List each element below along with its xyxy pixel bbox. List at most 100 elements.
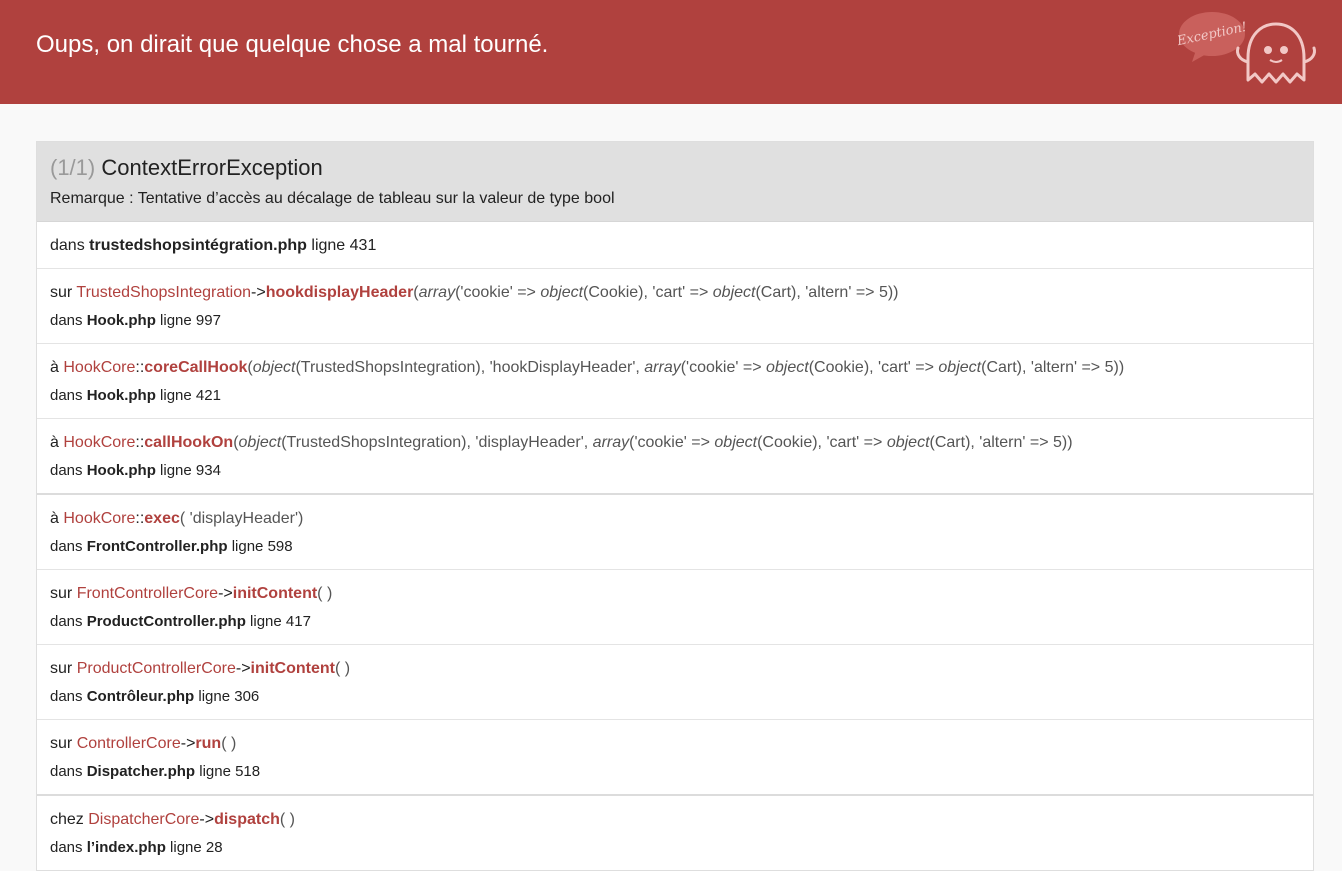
call-line: sur TrustedShopsIntegration->hookdisplay… (50, 283, 1300, 303)
call-prefix: sur (50, 585, 73, 602)
call-args: object (238, 434, 282, 451)
file-name: ProductController.php (86, 613, 246, 630)
call-args: (Cookie), 'cart' => (583, 284, 713, 301)
call-args: array (418, 284, 456, 301)
call-args: object (712, 284, 756, 301)
call-args: (Cart), 'altern' => 5)) (929, 434, 1073, 451)
call-operator: -> (180, 735, 196, 752)
call-operator: :: (135, 434, 145, 451)
call-line: à HookCore::coreCallHook(object(TrustedS… (50, 358, 1300, 378)
function-name: run (195, 735, 222, 752)
exception-count: (1/1) (50, 155, 96, 180)
call-operator: :: (135, 359, 145, 376)
call-operator: -> (251, 284, 266, 301)
call-args: ('cookie' => (629, 434, 715, 451)
line-number: ligne 421 (160, 387, 221, 404)
call-args: (TrustedShopsIntegration), 'hookDisplayH… (295, 359, 645, 376)
exception-panel: (1/1) ContextErrorException Remarque : T… (36, 141, 1314, 871)
call-operator: -> (218, 585, 233, 602)
call-prefix: à (50, 359, 59, 376)
class-name: FrontControllerCore (76, 585, 219, 602)
function-name: exec (144, 510, 180, 527)
trace-item: à HookCore::callHookOn(object(TrustedSho… (37, 418, 1313, 493)
line-number: ligne 934 (160, 462, 221, 479)
line-number: ligne 431 (311, 237, 377, 254)
location-line: dans Contrôleur.php ligne 306 (50, 687, 1300, 707)
file-name: trustedshopsintégration.php (89, 237, 307, 254)
function-name: hookdisplayHeader (265, 284, 414, 301)
file-name: Hook.php (86, 387, 156, 404)
location-line: dans Hook.php ligne 997 (50, 311, 1300, 331)
class-name: DispatcherCore (88, 811, 200, 828)
file-name: Contrôleur.php (86, 688, 195, 705)
trace-item: sur ProductControllerCore->initContent( … (37, 644, 1313, 719)
line-number: ligne 306 (198, 688, 260, 705)
exception-ghost-icon: Exception! (1178, 12, 1316, 84)
trace-item: sur FrontControllerCore->initContent( ) d… (37, 569, 1313, 644)
call-line: sur ProductControllerCore->initContent( … (50, 659, 1300, 679)
call-args: array (644, 359, 681, 376)
file-name: l’index.php (86, 839, 166, 856)
call-prefix: à (50, 510, 59, 527)
line-number: ligne 518 (199, 763, 261, 780)
call-args: (Cart), 'altern' => 5)) (981, 359, 1125, 376)
page-title: Oups, on dirait que quelque chose a mal … (36, 31, 549, 58)
call-args: object (252, 359, 296, 376)
location-line: dans l’index.php ligne 28 (50, 838, 1300, 858)
trace-item: à HookCore::coreCallHook(object(TrustedS… (37, 343, 1313, 418)
location-line: dans Dispatcher.php ligne 518 (50, 762, 1300, 782)
call-line: sur ControllerCore->run( ) (50, 734, 1300, 754)
call-line: à HookCore::callHookOn(object(TrustedSho… (50, 433, 1300, 453)
file-name: Hook.php (86, 312, 156, 329)
location-prefix: dans (50, 839, 83, 856)
call-args: object (938, 359, 982, 376)
class-name: HookCore (63, 359, 136, 376)
function-name: initContent (232, 585, 318, 602)
exception-title: (1/1) ContextErrorException (50, 154, 1300, 182)
location-line: dans FrontController.php ligne 598 (50, 537, 1300, 557)
trace-origin: dans trustedshopsintégration.php ligne 4… (37, 222, 1313, 268)
trace-item: sur ControllerCore->run( ) dans Dispatche… (37, 719, 1313, 794)
location-prefix: dans (50, 763, 83, 780)
call-args: object (886, 434, 930, 451)
trace-item: sur TrustedShopsIntegration->hookdisplay… (37, 268, 1313, 343)
location-line: dans ProductController.php ligne 417 (50, 612, 1300, 632)
class-name: HookCore (63, 510, 136, 527)
function-name: coreCallHook (144, 359, 248, 376)
call-args: ( ) (279, 811, 295, 828)
call-args: ( 'displayHeader') (179, 510, 304, 527)
trace-item: chez DispatcherCore->dispatch( ) dans l’i… (37, 794, 1313, 870)
call-args: (TrustedShopsIntegration), 'displayHeade… (281, 434, 593, 451)
error-header: Oups, on dirait que quelque chose a mal … (0, 0, 1342, 104)
call-line: sur FrontControllerCore->initContent( ) (50, 584, 1300, 604)
class-name: ControllerCore (76, 735, 181, 752)
location-prefix: dans (50, 237, 85, 254)
exception-class-name: ContextErrorException (101, 155, 323, 180)
call-args: ( ) (334, 660, 351, 677)
call-args: ( ) (317, 585, 333, 602)
call-prefix: sur (50, 735, 73, 752)
line-number: ligne 997 (160, 312, 221, 329)
line-number: ligne 28 (170, 839, 223, 856)
function-name: callHookOn (144, 434, 234, 451)
location-prefix: dans (50, 613, 83, 630)
call-prefix: sur (50, 660, 73, 677)
call-args: (Cookie), 'cart' => (757, 434, 887, 451)
call-args: array (592, 434, 630, 451)
call-operator: -> (235, 660, 251, 677)
call-operator: :: (135, 510, 145, 527)
function-name: initContent (250, 660, 335, 677)
call-args: ('cookie' => (455, 284, 541, 301)
call-args: ( ) (221, 735, 237, 752)
call-operator: -> (199, 811, 215, 828)
call-prefix: chez (50, 811, 84, 828)
class-name: ProductControllerCore (76, 660, 236, 677)
stack-trace: dans trustedshopsintégration.php ligne 4… (37, 222, 1313, 870)
call-line: chez DispatcherCore->dispatch( ) (50, 810, 1300, 830)
call-args: ('cookie' => (680, 359, 766, 376)
call-line: à HookCore::exec( 'displayHeader') (50, 509, 1300, 529)
call-args: (Cookie), 'cart' => (808, 359, 939, 376)
location-prefix: dans (50, 538, 83, 555)
location-line: dans Hook.php ligne 934 (50, 461, 1300, 481)
call-args: object (714, 434, 758, 451)
